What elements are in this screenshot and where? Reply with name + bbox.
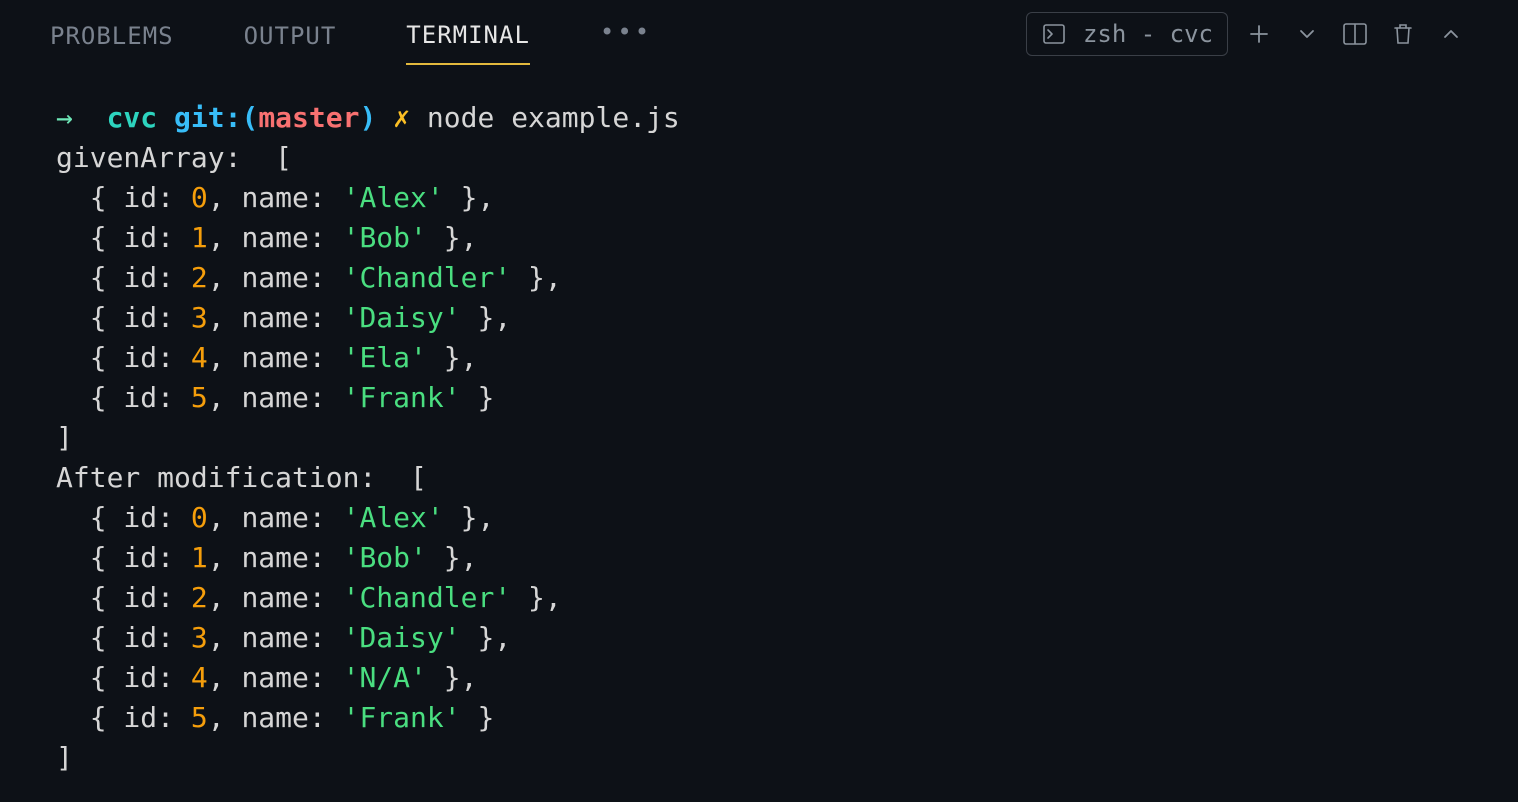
terminal-output[interactable]: → cvc git:(master) ✗ node example.js giv… — [0, 68, 1518, 778]
tab-problems[interactable]: PROBLEMS — [50, 4, 174, 64]
chevron-down-icon[interactable] — [1290, 17, 1324, 51]
panel-tabs: PROBLEMS OUTPUT TERMINAL ••• — [50, 3, 652, 65]
terminal-toolbar: zsh - cvc — [1026, 12, 1468, 56]
terminal-shell-label: zsh - cvc — [1083, 20, 1213, 48]
chevron-up-icon[interactable] — [1434, 17, 1468, 51]
terminal-icon — [1037, 17, 1071, 51]
tabs-overflow-icon[interactable]: ••• — [600, 18, 652, 50]
new-terminal-icon[interactable] — [1242, 17, 1276, 51]
tab-terminal[interactable]: TERMINAL — [406, 3, 530, 65]
split-terminal-icon[interactable] — [1338, 17, 1372, 51]
terminal-shell-chip[interactable]: zsh - cvc — [1026, 12, 1228, 56]
tab-output[interactable]: OUTPUT — [244, 4, 337, 64]
panel-header: PROBLEMS OUTPUT TERMINAL ••• zsh - cvc — [0, 0, 1518, 68]
trash-icon[interactable] — [1386, 17, 1420, 51]
